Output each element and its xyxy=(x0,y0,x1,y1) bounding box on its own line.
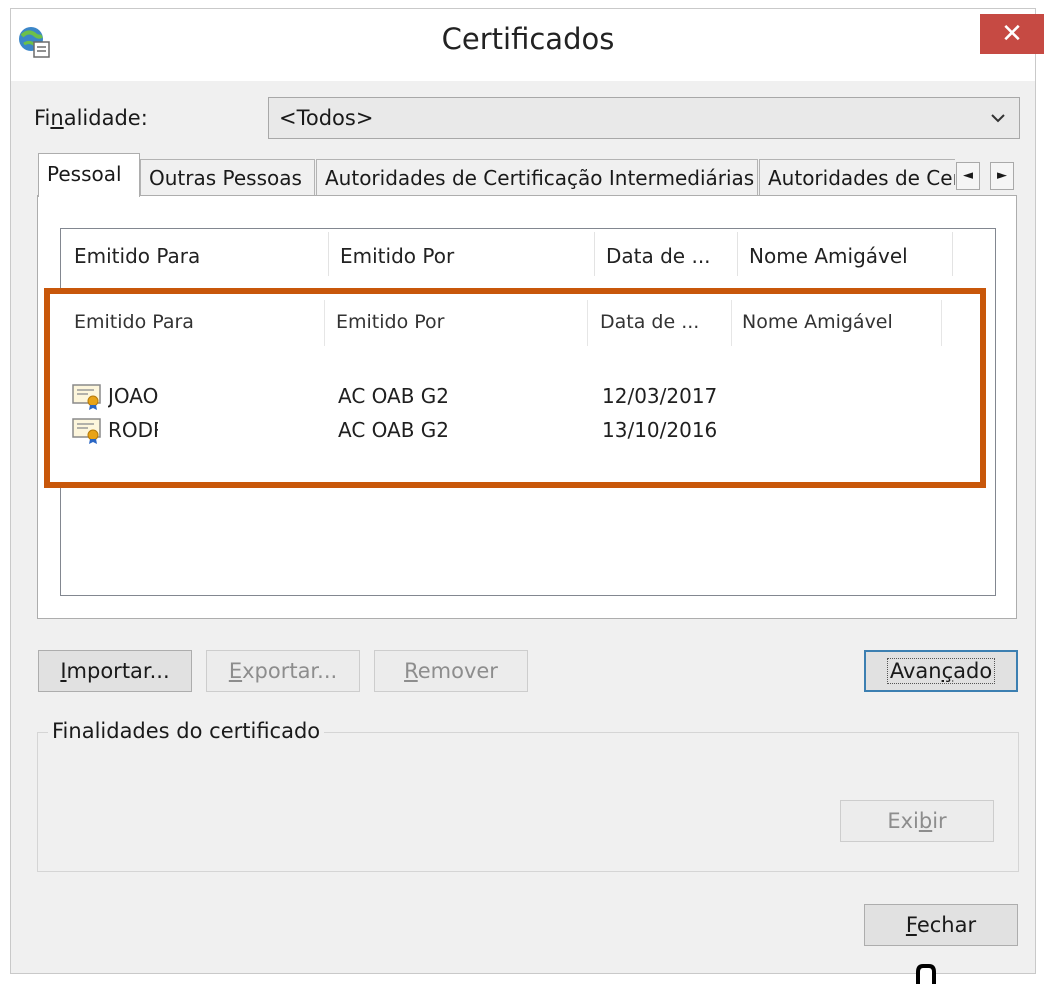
cell-date: 13/10/2016 xyxy=(602,418,718,442)
chevron-down-icon xyxy=(991,114,1005,123)
export-button[interactable]: Exportar... xyxy=(206,650,360,692)
purpose-selected-value: <Todos> xyxy=(279,106,374,130)
tab-outras-pessoas[interactable]: Outras Pessoas xyxy=(140,159,315,197)
cell-issued-to: JOAO xyxy=(108,384,158,408)
tab-autoridades-raiz[interactable]: Autoridades de Certificação Raiz Confiáv… xyxy=(759,159,955,197)
tab-pessoal[interactable]: Pessoal xyxy=(38,153,140,197)
column-separator[interactable] xyxy=(594,232,595,276)
remove-button[interactable]: Remover xyxy=(374,650,528,692)
tab-scroll-left-button[interactable]: ◄ xyxy=(956,162,980,190)
import-button[interactable]: Importar... xyxy=(38,650,192,692)
certificate-icon xyxy=(72,384,101,410)
close-window-button[interactable]: ✕ xyxy=(980,14,1044,54)
tab-scroll-right-button[interactable]: ► xyxy=(990,162,1014,190)
cell-date: 12/03/2017 xyxy=(602,384,718,408)
certificate-icon xyxy=(72,418,101,444)
tab-autoridades-intermediarias[interactable]: Autoridades de Certificação Intermediári… xyxy=(316,159,758,197)
close-button[interactable]: Fechar xyxy=(864,904,1018,946)
column-separator[interactable] xyxy=(587,300,588,346)
column-header-date[interactable]: Data de ... xyxy=(606,244,734,268)
column-separator[interactable] xyxy=(941,300,942,346)
window-title: Certificados xyxy=(441,22,615,56)
cell-issued-to: RODRIGO xyxy=(108,418,158,442)
table-row[interactable]: RODRIGO AC OAB G2 13/10/2016 xyxy=(70,414,980,448)
cell-issued-by: AC OAB G2 xyxy=(338,384,450,408)
column-separator[interactable] xyxy=(328,232,329,276)
column-header-friendly-name[interactable]: Nome Amigável xyxy=(749,244,949,268)
cell-issued-by: AC OAB G2 xyxy=(338,418,450,442)
column-header-issued-by[interactable]: Emitido Por xyxy=(336,311,581,333)
certificate-purposes-legend: Finalidades do certificado xyxy=(48,719,325,743)
column-separator[interactable] xyxy=(324,300,325,346)
column-header-issued-by[interactable]: Emitido Por xyxy=(340,244,590,268)
column-separator[interactable] xyxy=(731,300,732,346)
mouse-cursor-icon xyxy=(916,964,936,984)
advanced-button[interactable]: Avançado xyxy=(864,650,1018,692)
purpose-label: Finalidade: xyxy=(34,106,148,130)
column-separator[interactable] xyxy=(737,232,738,276)
column-separator[interactable] xyxy=(952,232,953,276)
table-row[interactable]: JOAO AC OAB G2 12/03/2017 xyxy=(70,380,980,414)
purpose-select[interactable]: <Todos> xyxy=(268,97,1020,139)
column-header-date[interactable]: Data de ... xyxy=(600,311,728,333)
column-header-issued-to[interactable]: Emitido Para xyxy=(74,244,324,268)
column-header-issued-to[interactable]: Emitido Para xyxy=(74,311,319,333)
view-button[interactable]: Exibir xyxy=(840,800,994,842)
column-header-friendly-name[interactable]: Nome Amigável xyxy=(742,311,937,333)
